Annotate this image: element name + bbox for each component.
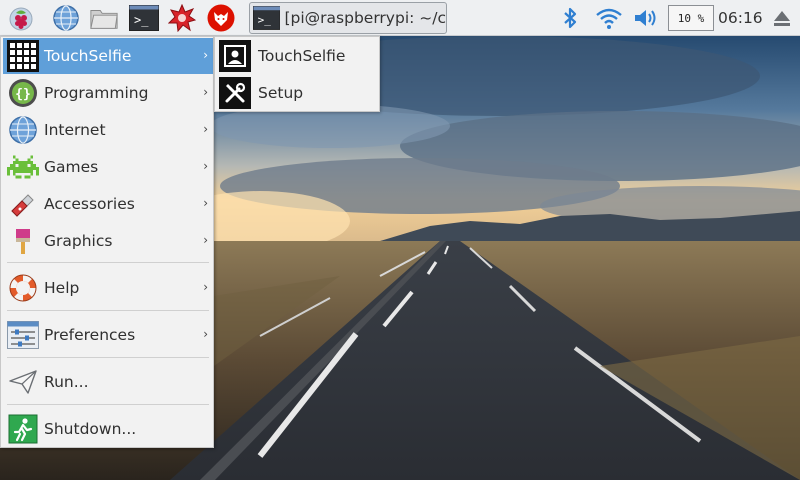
run-paperplane-icon (6, 365, 40, 399)
menu-separator (7, 404, 209, 405)
wolfram-icon[interactable] (206, 3, 236, 33)
chevron-right-icon: › (203, 196, 208, 210)
shutdown-exit-icon (6, 412, 40, 446)
menu-item-graphics[interactable]: Graphics › (3, 223, 213, 259)
taskbar-window-title: [pi@raspberrypi: ~/c... (284, 9, 446, 27)
top-panel: >_ >_ [pi@raspberrypi: ~/c... 10 % 06:16 (0, 0, 800, 36)
touchselfie-submenu: TouchSelfie Setup (214, 36, 380, 112)
clock[interactable]: 06:16 (718, 0, 763, 36)
cpu-usage-value: 10 % (677, 11, 705, 25)
menu-item-label: Help (44, 279, 80, 297)
menu-item-shutdown[interactable]: Shutdown... (3, 411, 213, 447)
raspberry-menu-icon[interactable] (6, 3, 36, 33)
chevron-right-icon: › (203, 233, 208, 247)
bluetooth-icon[interactable] (558, 0, 582, 36)
menu-item-internet[interactable]: Internet › (3, 112, 213, 148)
menu-item-label: Shutdown... (44, 420, 137, 438)
file-manager-icon[interactable] (89, 3, 119, 33)
chevron-right-icon: › (203, 85, 208, 99)
menu-item-label: Run... (44, 373, 89, 391)
internet-globe-icon (6, 113, 40, 147)
svg-text:>_: >_ (258, 13, 272, 26)
menu-item-preferences[interactable]: Preferences › (3, 317, 213, 353)
chevron-right-icon: › (203, 48, 208, 62)
tools-icon (219, 77, 251, 109)
menu-separator (7, 357, 209, 358)
menu-separator (7, 262, 209, 263)
portrait-icon (219, 40, 251, 72)
help-lifebuoy-icon (6, 271, 40, 305)
submenu-item-setup[interactable]: Setup (217, 75, 377, 111)
games-invader-icon (6, 150, 40, 184)
menu-item-touchselfie[interactable]: TouchSelfie › (3, 38, 213, 74)
menu-item-run[interactable]: Run... (3, 364, 213, 400)
svg-text:>_: >_ (134, 13, 149, 27)
web-browser-icon[interactable] (51, 3, 81, 33)
menu-item-label: Programming (44, 84, 149, 102)
menu-item-label: Internet (44, 121, 106, 139)
terminal-icon[interactable]: >_ (129, 3, 159, 33)
clock-time: 06:16 (718, 9, 763, 27)
menu-item-accessories[interactable]: Accessories › (3, 186, 213, 222)
touchselfie-grid-icon (6, 39, 40, 73)
eject-icon[interactable] (770, 0, 794, 36)
programming-braces-icon: {} (6, 76, 40, 110)
svg-text:{}: {} (15, 87, 31, 102)
menu-item-label: Graphics (44, 232, 113, 250)
cpu-usage-monitor[interactable]: 10 % (668, 5, 714, 31)
menu-item-programming[interactable]: {} Programming › (3, 75, 213, 111)
accessories-knife-icon (6, 187, 40, 221)
wifi-icon[interactable] (594, 0, 624, 36)
main-menu: TouchSelfie › {} Programming › Internet … (0, 36, 214, 448)
menu-item-label: Games (44, 158, 99, 176)
submenu-item-label: Setup (258, 84, 304, 102)
chevron-right-icon: › (203, 280, 208, 294)
submenu-item-touchselfie[interactable]: TouchSelfie (217, 38, 377, 74)
taskbar-terminal-window[interactable]: >_ [pi@raspberrypi: ~/c... (249, 2, 447, 34)
preferences-sliders-icon (6, 318, 40, 352)
mathematica-icon[interactable] (167, 3, 197, 33)
submenu-item-label: TouchSelfie (258, 47, 346, 65)
menu-item-label: Accessories (44, 195, 135, 213)
menu-item-help[interactable]: Help › (3, 270, 213, 306)
menu-item-label: TouchSelfie (44, 47, 132, 65)
menu-separator (7, 310, 209, 311)
menu-item-label: Preferences (44, 326, 136, 344)
chevron-right-icon: › (203, 159, 208, 173)
chevron-right-icon: › (203, 327, 208, 341)
graphics-brush-icon (6, 224, 40, 258)
volume-icon[interactable] (632, 0, 660, 36)
menu-item-games[interactable]: Games › (3, 149, 213, 185)
terminal-window-icon: >_ (253, 6, 281, 30)
chevron-right-icon: › (203, 122, 208, 136)
